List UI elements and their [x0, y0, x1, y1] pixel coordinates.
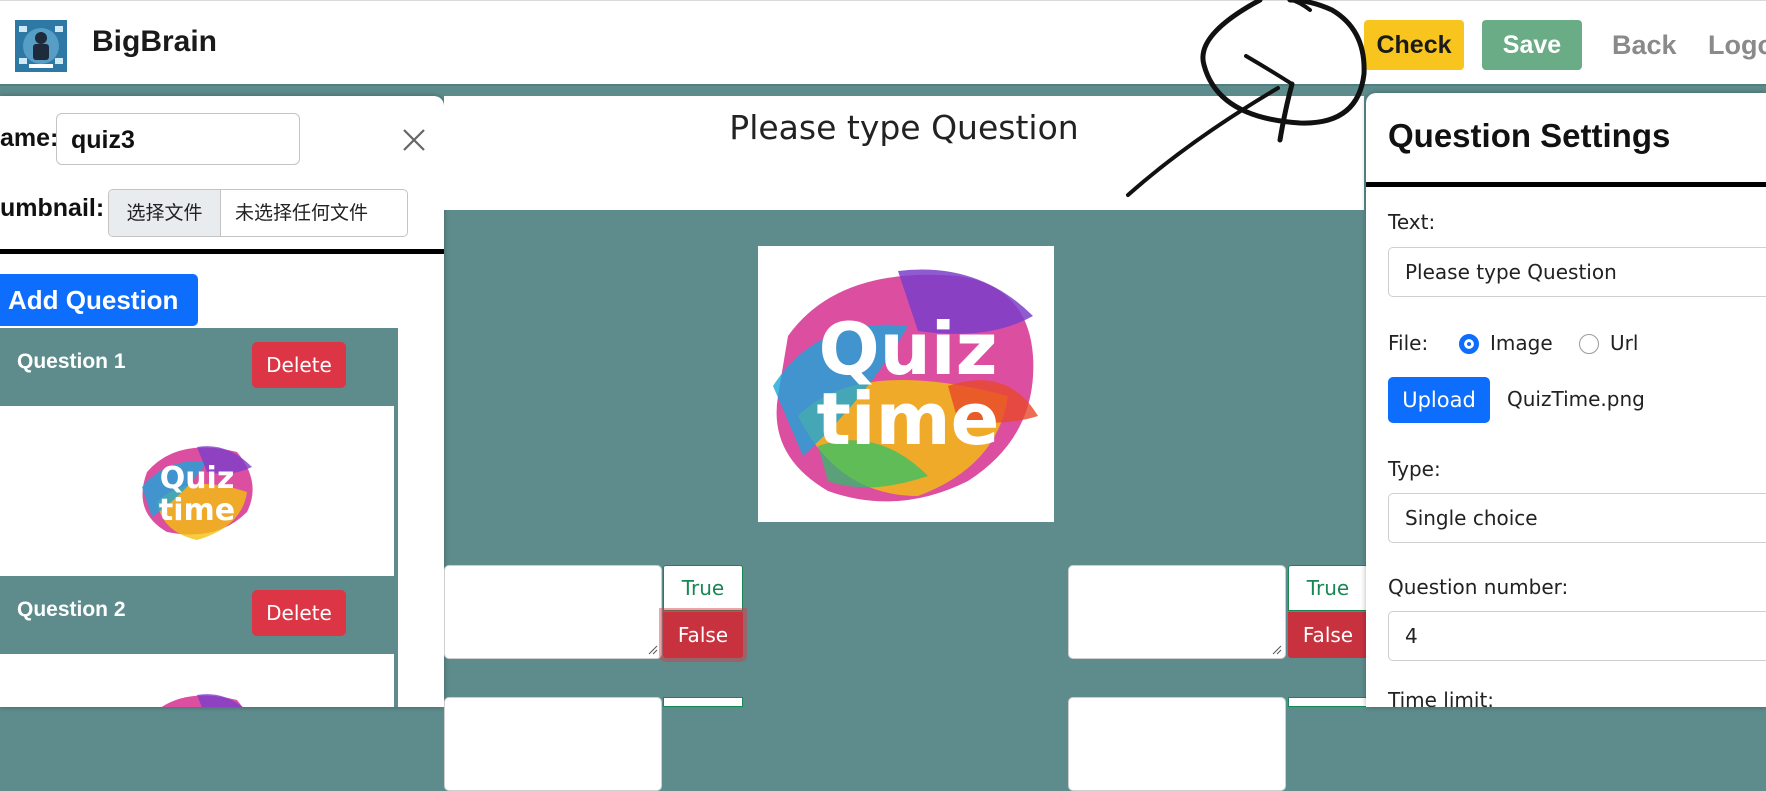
question-title: Question 2 — [17, 598, 126, 621]
resize-grip-icon — [648, 645, 658, 655]
answer-true-button[interactable]: True — [1288, 565, 1368, 611]
quiz-time-image: Quiz time — [758, 246, 1054, 522]
quiz-name-input[interactable]: quiz3 — [56, 113, 300, 165]
question-number-label: Question number: — [1388, 575, 1569, 599]
file-image-label: Image — [1490, 331, 1553, 355]
question-preview[interactable]: Quiz time — [0, 406, 398, 576]
answer-false-button[interactable]: False — [1288, 612, 1368, 658]
question-preview[interactable]: Quiz — [0, 654, 398, 707]
file-status-text: 未选择任何文件 — [235, 202, 369, 224]
question-type-select[interactable]: Single choice — [1388, 493, 1766, 543]
question-thumbnail: Quiz time — [142, 446, 253, 540]
quiz-details-panel: ame: quiz3 umbnail: 选择文件 未选择任何文件 Add Que… — [0, 96, 444, 707]
settings-title: Question Settings — [1388, 117, 1671, 154]
question-title: Question 1 — [17, 350, 126, 373]
file-url-radio[interactable] — [1579, 334, 1599, 354]
back-link[interactable]: Back — [1612, 20, 1677, 70]
file-image-radio[interactable] — [1459, 334, 1479, 354]
brand-name: BigBrain — [92, 25, 218, 58]
top-navbar: BigBrain Check Save Back Logo — [0, 0, 1766, 86]
time-limit-label: Time limit: — [1388, 688, 1495, 707]
brand-logo-icon — [15, 20, 67, 72]
uploaded-file-name: QuizTime.png — [1507, 387, 1645, 411]
svg-text:Quiz: Quiz — [160, 461, 235, 496]
resize-grip-icon — [1272, 645, 1282, 655]
question-list: Question 1 Delete Quiz time Question 2 D… — [0, 328, 398, 707]
list-item[interactable]: Question 1 Delete — [0, 328, 398, 406]
question-media: Quiz time — [758, 246, 1054, 522]
answer-input[interactable] — [1068, 697, 1286, 791]
file-url-label: Url — [1610, 331, 1639, 355]
save-button[interactable]: Save — [1482, 20, 1582, 70]
logout-link[interactable]: Logo — [1708, 20, 1766, 70]
answer-true-button[interactable] — [1288, 697, 1368, 707]
answer-input[interactable] — [444, 565, 662, 659]
question-text-display[interactable]: Please type Question — [444, 108, 1364, 147]
thumbnail-label: umbnail: — [0, 194, 105, 222]
question-number-input[interactable]: 4 — [1388, 611, 1766, 661]
upload-button[interactable]: Upload — [1388, 377, 1490, 423]
type-label: Type: — [1388, 457, 1441, 481]
close-icon[interactable] — [400, 126, 428, 154]
svg-text:time: time — [817, 377, 1000, 461]
answer-true-button[interactable] — [663, 697, 743, 707]
svg-text:time: time — [159, 493, 235, 528]
list-item[interactable]: Question 2 Delete — [0, 576, 398, 654]
answer-input[interactable] — [444, 697, 662, 791]
text-label: Text: — [1388, 210, 1436, 234]
question-thumbnail: Quiz — [161, 694, 243, 707]
choose-file-button[interactable]: 选择文件 — [109, 190, 221, 236]
question-text-input[interactable]: Please type Question — [1388, 247, 1766, 297]
panel-divider — [0, 249, 444, 254]
answer-false-button[interactable]: False — [663, 612, 743, 658]
question-settings-panel: Question Settings Text: Please type Ques… — [1366, 93, 1766, 707]
thumbnail-file-input[interactable]: 选择文件 未选择任何文件 — [108, 189, 408, 237]
answer-true-button[interactable]: True — [663, 565, 743, 611]
add-question-button[interactable]: Add Question — [0, 274, 198, 326]
delete-question-button[interactable]: Delete — [252, 590, 346, 636]
check-button[interactable]: Check — [1364, 20, 1464, 70]
delete-question-button[interactable]: Delete — [252, 342, 346, 388]
settings-divider — [1366, 182, 1766, 187]
answer-input[interactable] — [1068, 565, 1286, 659]
file-label: File: — [1388, 331, 1429, 355]
quiz-name-label: ame: — [0, 124, 59, 152]
